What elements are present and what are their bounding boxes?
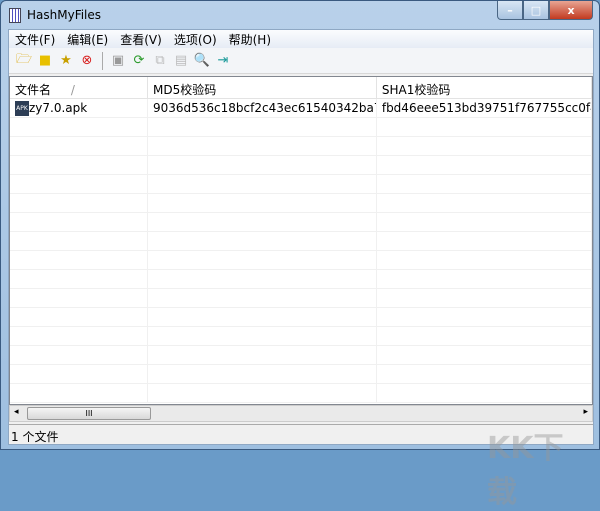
scroll-left-icon[interactable]: ◂ [14,407,19,417]
app-window: HashMyFiles – □ x 文件(F) 编辑(E) 查看(V) 选项(O… [0,0,600,510]
open-files-icon[interactable]: 🗁 [15,52,33,70]
cell-filename: zy7.0.apk [29,101,88,115]
watermark: KK下载 [487,431,564,510]
app-icon [9,7,21,23]
minimize-button[interactable]: – [497,1,523,20]
close-button[interactable]: x [549,1,593,20]
menu-edit[interactable]: 编辑(E) [61,30,114,48]
cell-md5: 9036d536c18bcf2c43ec61540342ba73 [148,99,377,117]
open-folder-star-icon[interactable]: ★ [57,52,75,70]
column-label: 文件名 [15,83,52,97]
title-bar: HashMyFiles [9,4,101,26]
horizontal-scrollbar[interactable]: ◂ III ▸ [9,405,593,422]
delete-icon[interactable]: ⊗ [78,52,96,70]
toolbar-separator [102,51,103,70]
column-header-sha1[interactable]: SHA1校验码 [377,77,592,98]
refresh-icon[interactable]: ⟳ [130,52,148,70]
exit-icon[interactable]: ⇥ [214,52,232,70]
column-header-md5[interactable]: MD5校验码 [148,77,377,98]
menu-file[interactable]: 文件(F) [9,30,61,48]
table-row[interactable]: APKzy7.0.apk 9036d536c18bcf2c43ec6154034… [10,99,592,118]
properties-icon[interactable]: ▤ [172,52,190,70]
menu-view[interactable]: 查看(V) [114,30,168,48]
copy-icon[interactable]: ⧉ [151,52,169,70]
apk-file-icon: APK [15,101,29,116]
sort-indicator-icon: / [70,83,75,97]
scroll-right-icon[interactable]: ▸ [583,407,588,417]
find-icon[interactable]: 🔍 [193,52,211,70]
open-folder-icon[interactable]: ■ [36,52,54,70]
cell-sha1: fbd46eee513bd39751f767755cc0f4a6 [377,99,592,117]
maximize-button[interactable]: □ [523,1,549,20]
toolbar: 🗁 ■ ★ ⊗ ▣ ⟳ ⧉ ▤ 🔍 ⇥ [9,48,593,74]
menu-help[interactable]: 帮助(H) [223,30,277,48]
scrollbar-thumb[interactable]: III [27,407,151,420]
menu-options[interactable]: 选项(O) [168,30,223,48]
column-header-filename[interactable]: 文件名 / [10,77,148,98]
file-list[interactable]: 文件名 / MD5校验码 SHA1校验码 APKzy7.0.apk 9036d5… [9,76,593,405]
save-icon[interactable]: ▣ [109,52,127,70]
window-title: HashMyFiles [27,8,102,22]
menu-bar: 文件(F) 编辑(E) 查看(V) 选项(O) 帮助(H) [9,30,593,48]
